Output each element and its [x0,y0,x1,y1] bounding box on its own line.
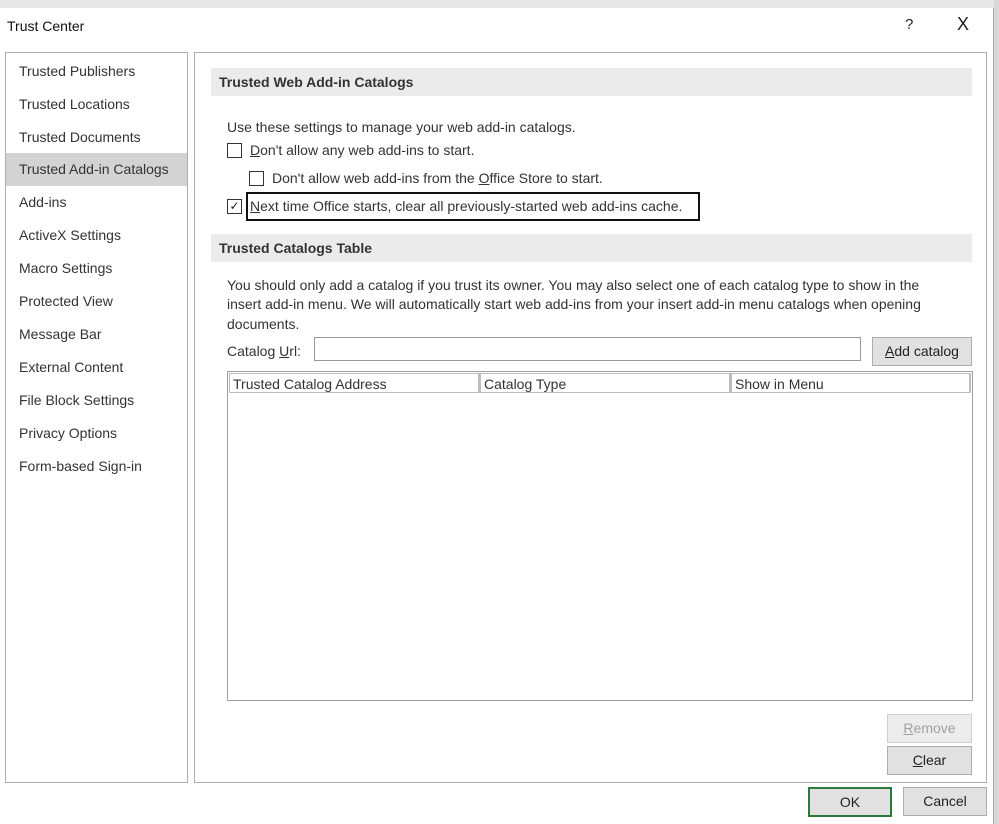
sidebar-item-external-content[interactable]: External Content [6,351,187,384]
add-catalog-button[interactable]: Add catalog [872,337,972,366]
checkbox-clear-cache[interactable]: ✓ [227,199,242,214]
button-text: lear [922,752,947,768]
label-text: rl: [289,343,301,359]
web-addins-intro: Use these settings to manage your web ad… [227,119,576,135]
accel-key: O [478,170,490,186]
close-icon[interactable]: X [957,14,969,35]
label-disallow-office-store[interactable]: Don't allow web add-ins from the Office … [272,170,603,186]
button-text: emove [913,720,956,736]
catalog-url-label: Catalog Url: [227,343,301,359]
accel-key: C [912,752,923,768]
accel-key: U [279,343,290,359]
clear-button[interactable]: Clear [887,746,972,775]
dialog-title: Trust Center [7,18,85,34]
column-header-address[interactable]: Trusted Catalog Address [229,373,480,393]
ok-button[interactable]: OK [808,787,892,817]
label-text: ext time Office starts, clear all previo… [260,198,683,214]
checkbox-disallow-office-store[interactable] [249,171,264,186]
button-text: dd catalog [894,343,959,359]
section-heading-web-addins: Trusted Web Add-in Catalogs [211,68,972,96]
label-text: ffice Store to start. [489,170,603,186]
catalog-url-input[interactable] [314,337,861,361]
catalogs-desc-line1: You should only add a catalog if you tru… [227,277,920,293]
help-icon[interactable]: ? [905,16,913,33]
sidebar-item-form-based-sign-in[interactable]: Form-based Sign-in [6,450,187,483]
sidebar-item-trusted-documents[interactable]: Trusted Documents [6,121,187,154]
label-text: Don't allow web add-ins from the [272,170,479,186]
accel-key: R [903,720,914,736]
section-heading-catalogs: Trusted Catalogs Table [211,234,972,262]
sidebar-item-protected-view[interactable]: Protected View [6,285,187,318]
checkbox-disallow-all-web-addins[interactable] [227,143,242,158]
cancel-button[interactable]: Cancel [903,787,987,816]
sidebar: Trusted Publishers Trusted Locations Tru… [5,52,188,783]
sidebar-item-message-bar[interactable]: Message Bar [6,318,187,351]
label-disallow-all-web-addins[interactable]: Don't allow any web add-ins to start. [250,142,474,158]
column-header-show-in-menu[interactable]: Show in Menu [731,373,971,393]
trust-center-dialog: Trust Center ? X Trusted Publishers Trus… [0,8,994,824]
checkmark-icon: ✓ [229,199,240,213]
remove-button[interactable]: Remove [887,714,972,743]
label-text: Catalog [227,343,280,359]
accel-key: D [250,142,261,158]
label-clear-cache[interactable]: Next time Office starts, clear all previ… [250,198,682,214]
sidebar-item-trusted-locations[interactable]: Trusted Locations [6,88,187,121]
sidebar-item-privacy-options[interactable]: Privacy Options [6,417,187,450]
sidebar-item-addins[interactable]: Add-ins [6,186,187,219]
sidebar-item-macro-settings[interactable]: Macro Settings [6,252,187,285]
sidebar-item-file-block-settings[interactable]: File Block Settings [6,384,187,417]
accel-key: A [885,343,895,359]
accel-key: N [250,198,261,214]
label-text: on't allow any web add-ins to start. [260,142,475,158]
column-header-type[interactable]: Catalog Type [480,373,731,393]
background-edge [994,0,999,824]
catalogs-desc-line2: insert add-in menu. We will automaticall… [227,296,921,312]
main-panel: Trusted Web Add-in Catalogs Use these se… [194,52,987,783]
trusted-catalogs-table[interactable]: Trusted Catalog Address Catalog Type Sho… [227,371,973,701]
catalogs-desc-line3: documents. [227,316,300,332]
sidebar-item-activex-settings[interactable]: ActiveX Settings [6,219,187,252]
sidebar-item-trusted-publishers[interactable]: Trusted Publishers [6,55,187,88]
sidebar-item-trusted-addin-catalogs[interactable]: Trusted Add-in Catalogs [6,153,187,186]
